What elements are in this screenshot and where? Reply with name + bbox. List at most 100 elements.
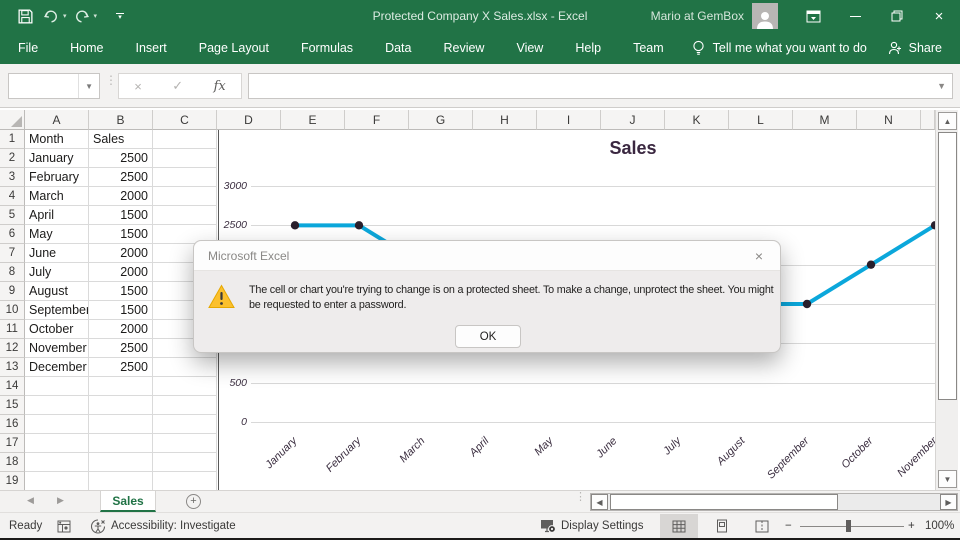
undo-dropdown-icon[interactable]: ▾ bbox=[63, 12, 67, 20]
cell-B17[interactable] bbox=[89, 434, 153, 453]
display-settings-button[interactable]: Display Settings bbox=[540, 513, 643, 539]
cell-C3[interactable] bbox=[153, 168, 217, 187]
cell-C15[interactable] bbox=[153, 396, 217, 415]
column-header-A[interactable]: A bbox=[25, 110, 89, 130]
zoom-out-button[interactable]: − bbox=[785, 513, 792, 539]
cell-B8[interactable]: 2000 bbox=[89, 263, 153, 282]
column-header-G[interactable]: G bbox=[409, 110, 473, 130]
column-header-M[interactable]: M bbox=[793, 110, 857, 130]
undo-icon[interactable] bbox=[40, 5, 62, 27]
horizontal-scrollbar[interactable]: ◀ ▶ bbox=[590, 493, 958, 511]
cell-A14[interactable] bbox=[25, 377, 89, 396]
cell-B16[interactable] bbox=[89, 415, 153, 434]
column-header-E[interactable]: E bbox=[281, 110, 345, 130]
save-icon[interactable] bbox=[14, 5, 36, 27]
tab-formulas[interactable]: Formulas bbox=[299, 41, 355, 55]
share-button[interactable]: Share bbox=[888, 41, 942, 55]
cell-B2[interactable]: 2500 bbox=[89, 149, 153, 168]
sheet-nav-left-icon[interactable]: ◀ bbox=[27, 495, 34, 506]
formula-input[interactable]: ▼ bbox=[248, 73, 953, 99]
row-header-3[interactable]: 3 bbox=[0, 168, 25, 187]
row-header-16[interactable]: 16 bbox=[0, 415, 25, 434]
zoom-slider-thumb[interactable] bbox=[846, 520, 851, 532]
row-header-5[interactable]: 5 bbox=[0, 206, 25, 225]
sheet-tab-sales[interactable]: Sales bbox=[100, 491, 156, 512]
column-header-F[interactable]: F bbox=[345, 110, 409, 130]
cancel-icon[interactable]: × bbox=[134, 79, 142, 94]
vertical-scroll-thumb[interactable] bbox=[938, 132, 957, 400]
cell-B13[interactable]: 2500 bbox=[89, 358, 153, 377]
cell-C16[interactable] bbox=[153, 415, 217, 434]
cell-B1[interactable]: Sales bbox=[89, 130, 153, 149]
sheet-nav-right-icon[interactable]: ▶ bbox=[57, 495, 64, 506]
tab-team[interactable]: Team bbox=[631, 41, 666, 55]
column-header-D[interactable]: D bbox=[217, 110, 281, 130]
cell-A2[interactable]: January bbox=[25, 149, 89, 168]
cell-A10[interactable]: September bbox=[25, 301, 89, 320]
macro-record-icon[interactable] bbox=[57, 513, 71, 539]
zoom-slider-track[interactable] bbox=[800, 526, 904, 527]
cell-B4[interactable]: 2000 bbox=[89, 187, 153, 206]
cell-C19[interactable] bbox=[153, 472, 217, 491]
redo-dropdown-icon[interactable]: ▾ bbox=[94, 12, 98, 20]
ribbon-display-options-icon[interactable] bbox=[792, 0, 834, 32]
column-header-C[interactable]: C bbox=[153, 110, 217, 130]
cell-B11[interactable]: 2000 bbox=[89, 320, 153, 339]
row-header-8[interactable]: 8 bbox=[0, 263, 25, 282]
column-header-partial[interactable] bbox=[921, 110, 935, 130]
tab-view[interactable]: View bbox=[514, 41, 545, 55]
select-all-corner[interactable] bbox=[0, 110, 25, 130]
row-header-4[interactable]: 4 bbox=[0, 187, 25, 206]
zoom-level[interactable]: 100% bbox=[925, 513, 954, 539]
row-header-14[interactable]: 14 bbox=[0, 377, 25, 396]
row-header-7[interactable]: 7 bbox=[0, 244, 25, 263]
cell-A11[interactable]: October bbox=[25, 320, 89, 339]
cell-B3[interactable]: 2500 bbox=[89, 168, 153, 187]
column-header-H[interactable]: H bbox=[473, 110, 537, 130]
cell-B19[interactable] bbox=[89, 472, 153, 491]
page-layout-view-button[interactable] bbox=[703, 514, 741, 538]
cell-A17[interactable] bbox=[25, 434, 89, 453]
cell-B15[interactable] bbox=[89, 396, 153, 415]
column-header-N[interactable]: N bbox=[857, 110, 921, 130]
cell-B6[interactable]: 1500 bbox=[89, 225, 153, 244]
cell-A15[interactable] bbox=[25, 396, 89, 415]
enter-icon[interactable]: ✓ bbox=[172, 78, 183, 94]
name-box[interactable]: ▼ bbox=[8, 73, 100, 99]
cell-A1[interactable]: Month bbox=[25, 130, 89, 149]
cell-B14[interactable] bbox=[89, 377, 153, 396]
cell-A19[interactable] bbox=[25, 472, 89, 491]
cell-C14[interactable] bbox=[153, 377, 217, 396]
user-avatar[interactable] bbox=[752, 3, 778, 29]
row-header-9[interactable]: 9 bbox=[0, 282, 25, 301]
scroll-left-icon[interactable]: ◀ bbox=[591, 494, 608, 510]
cell-B7[interactable]: 2000 bbox=[89, 244, 153, 263]
scroll-up-icon[interactable]: ▲ bbox=[938, 112, 957, 130]
column-header-B[interactable]: B bbox=[89, 110, 153, 130]
horizontal-scroll-thumb[interactable] bbox=[610, 494, 838, 510]
column-header-K[interactable]: K bbox=[665, 110, 729, 130]
insert-function-icon[interactable]: fx bbox=[214, 79, 226, 94]
vertical-scrollbar[interactable]: ▲ ▼ bbox=[935, 110, 958, 490]
column-header-L[interactable]: L bbox=[729, 110, 793, 130]
row-header-13[interactable]: 13 bbox=[0, 358, 25, 377]
tell-me-box[interactable]: Tell me what you want to do bbox=[692, 40, 867, 56]
cell-B12[interactable]: 2500 bbox=[89, 339, 153, 358]
row-header-15[interactable]: 15 bbox=[0, 396, 25, 415]
tab-help[interactable]: Help bbox=[573, 41, 603, 55]
cell-A9[interactable]: August bbox=[25, 282, 89, 301]
restore-button[interactable] bbox=[876, 0, 918, 32]
normal-view-button[interactable] bbox=[660, 514, 698, 538]
cell-A6[interactable]: May bbox=[25, 225, 89, 244]
row-header-17[interactable]: 17 bbox=[0, 434, 25, 453]
cell-C13[interactable] bbox=[153, 358, 217, 377]
cell-C18[interactable] bbox=[153, 453, 217, 472]
cell-C5[interactable] bbox=[153, 206, 217, 225]
cell-A18[interactable] bbox=[25, 453, 89, 472]
cell-B9[interactable]: 1500 bbox=[89, 282, 153, 301]
cell-B18[interactable] bbox=[89, 453, 153, 472]
cell-B5[interactable]: 1500 bbox=[89, 206, 153, 225]
name-box-dropdown-icon[interactable]: ▼ bbox=[78, 74, 99, 98]
column-header-J[interactable]: J bbox=[601, 110, 665, 130]
minimize-button[interactable] bbox=[834, 0, 876, 32]
